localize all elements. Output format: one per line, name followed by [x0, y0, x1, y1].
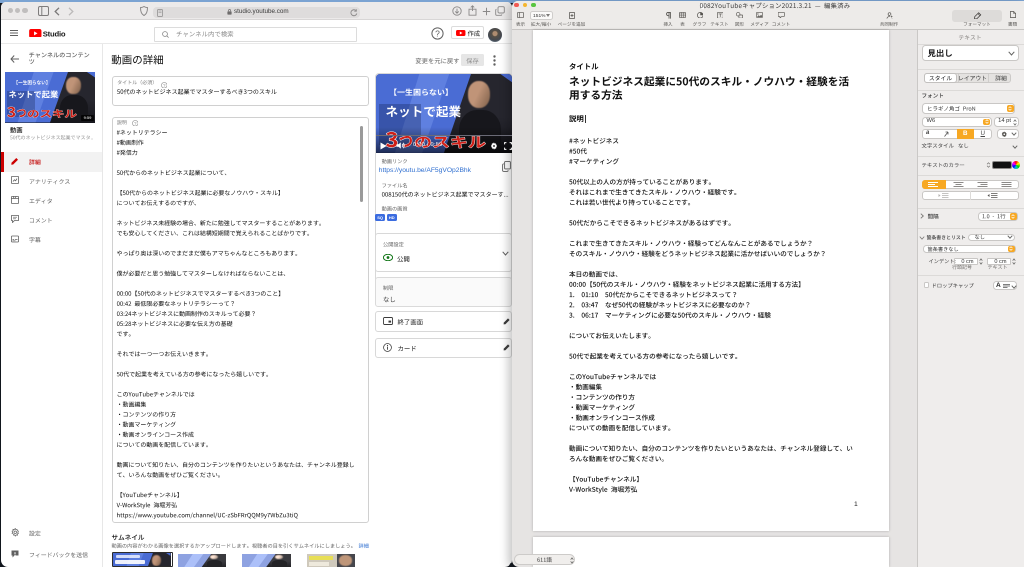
- svg-text:?: ?: [435, 28, 440, 38]
- svg-text:?: ?: [133, 121, 136, 126]
- svg-text:?: ?: [162, 82, 165, 87]
- svg-text:Studio: Studio: [42, 29, 65, 38]
